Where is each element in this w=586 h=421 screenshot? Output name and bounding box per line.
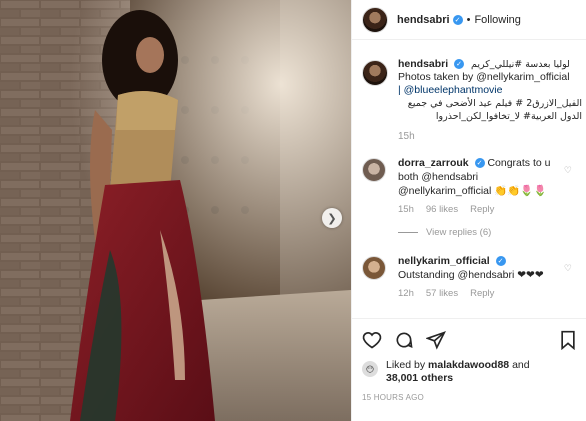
comment: dorra_zarrouk ✓ Congrats to u both @hend… bbox=[362, 156, 582, 238]
liked-by-user[interactable]: malakdawood88 bbox=[428, 359, 509, 371]
comment-heart-icon[interactable]: ♡ bbox=[564, 166, 572, 176]
avatar[interactable] bbox=[362, 256, 386, 280]
avatar[interactable] bbox=[362, 6, 388, 33]
next-photo-button[interactable]: ❯ bbox=[322, 208, 342, 228]
post-panel: hendsabri ✓ • Following hendsabri ✓ لولي… bbox=[351, 0, 586, 421]
post-timestamp: 15 HOURS AGO bbox=[362, 393, 424, 402]
reply-button[interactable]: Reply bbox=[470, 204, 494, 215]
avatar[interactable] bbox=[362, 60, 388, 86]
author-username[interactable]: hendsabri bbox=[397, 14, 450, 26]
avatar[interactable] bbox=[362, 158, 386, 182]
comment-text-2: both @hendsabri bbox=[398, 171, 479, 183]
others-count[interactable]: 38,001 others bbox=[386, 372, 453, 384]
comment-likes[interactable]: 96 likes bbox=[426, 204, 458, 215]
caption-arabic-line-2: الفيل_الازرق2 # فيلم عيد الأضحى في جميع bbox=[407, 98, 582, 109]
share-icon[interactable] bbox=[426, 330, 446, 350]
liked-by-suffix: and bbox=[509, 359, 530, 371]
divider bbox=[398, 232, 418, 233]
comment-username[interactable]: dorra_zarrouk bbox=[398, 157, 469, 169]
chevron-right-icon: ❯ bbox=[327, 211, 337, 225]
caption-username[interactable]: hendsabri bbox=[398, 58, 448, 70]
reply-button[interactable]: Reply bbox=[470, 288, 494, 299]
caption-line-3[interactable]: | @blueelephantmovie bbox=[398, 84, 582, 97]
comment-time: 15h bbox=[398, 204, 414, 215]
post-caption: hendsabri ✓ لوليا بعدسة #نيللي_كريم Phot… bbox=[362, 58, 582, 142]
view-replies-label: View replies (6) bbox=[426, 227, 492, 238]
comment-icon[interactable] bbox=[394, 330, 414, 350]
following-button[interactable]: Following bbox=[474, 14, 520, 26]
comment-text-3: @nellykarim_official 👏👏🌷🌷 bbox=[398, 185, 547, 197]
post-header: hendsabri ✓ • Following bbox=[352, 0, 586, 40]
verified-badge-icon: ✓ bbox=[452, 14, 463, 25]
avatar: 😶 bbox=[362, 361, 378, 377]
bookmark-icon[interactable] bbox=[559, 330, 577, 350]
photo-image bbox=[0, 0, 351, 421]
comment-likes[interactable]: 57 likes bbox=[426, 288, 458, 299]
heart-icon[interactable] bbox=[362, 330, 382, 350]
comment-heart-icon[interactable]: ♡ bbox=[564, 264, 572, 274]
view-replies-button[interactable]: View replies (6) bbox=[398, 227, 582, 238]
header-separator: • bbox=[466, 13, 471, 26]
verified-badge-icon: ✓ bbox=[474, 158, 485, 169]
caption-line-2: Photos taken by @nellykarim_official bbox=[398, 71, 570, 83]
caption-arabic-line-1: لوليا بعدسة #نيللي_كريم bbox=[471, 59, 570, 70]
post-actions: 😶 Liked by malakdawood88 and 38,001 othe… bbox=[352, 318, 586, 402]
verified-badge-icon: ✓ bbox=[495, 256, 506, 267]
comment-username[interactable]: nellykarim_official bbox=[398, 255, 490, 267]
liked-by-prefix: Liked by bbox=[386, 359, 429, 371]
comment: nellykarim_official ✓ Outstanding @hends… bbox=[362, 254, 582, 299]
likes-summary: 😶 Liked by malakdawood88 and 38,001 othe… bbox=[362, 359, 577, 385]
post-photo[interactable]: ❯ bbox=[0, 0, 351, 421]
comment-text-1: Congrats to u bbox=[487, 157, 551, 169]
caption-time: 15h bbox=[398, 131, 415, 142]
caption-arabic-line-3: الدول العربية# لا_تخافوا_لكن_احذروا bbox=[435, 111, 582, 122]
comment-time: 12h bbox=[398, 288, 414, 299]
comment-text-1: Outstanding @hendsabri ❤❤❤ bbox=[398, 269, 544, 281]
verified-badge-icon: ✓ bbox=[454, 59, 465, 70]
